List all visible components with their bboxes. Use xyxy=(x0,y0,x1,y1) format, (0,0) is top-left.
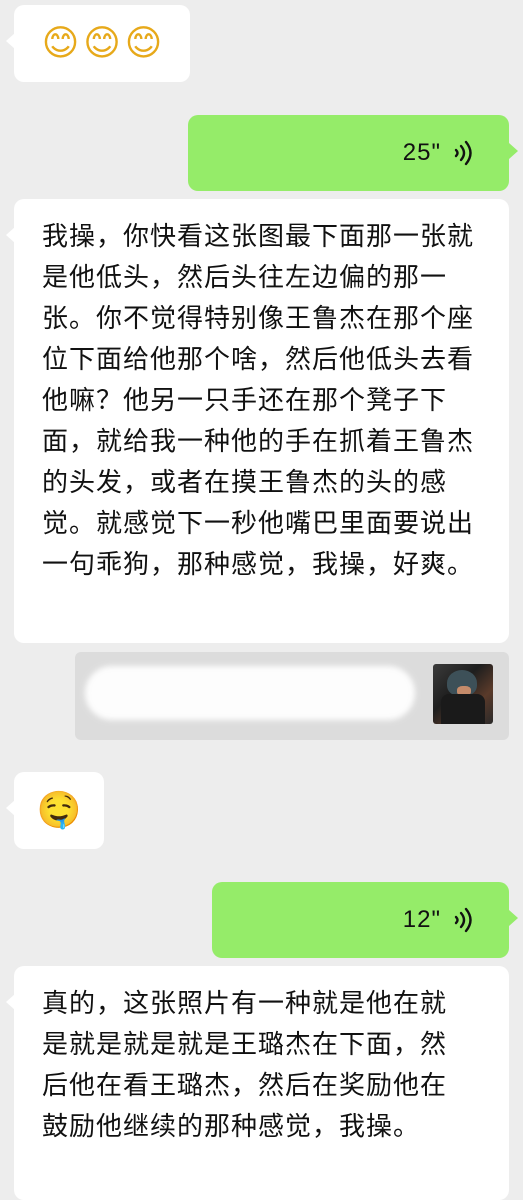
message-text: 真的，这张照片有一种就是他在就是就是就是就是王璐杰在下面，然后他在看王璐杰，然后… xyxy=(42,989,448,1142)
text-message-bubble-1[interactable]: 我操，你快看这张图最下面那一张就是他低头，然后头往左边偏的那一张。你不觉得特别像… xyxy=(6,199,509,643)
voice-duration: 25" xyxy=(402,139,441,166)
voice-wave-icon xyxy=(454,140,472,166)
redacted-quote-text xyxy=(85,666,415,720)
voice-message-bubble-1[interactable]: 25" xyxy=(188,115,518,191)
quoted-photo-thumbnail[interactable] xyxy=(433,664,493,724)
smiling-face-emoji: 😊 xyxy=(41,22,80,64)
drooling-face-emoji: 🤤 xyxy=(36,789,82,831)
thumbnail-figure-body xyxy=(441,694,485,724)
message-emoji-bubble-1[interactable]: 😊 😊 😊 xyxy=(6,5,190,82)
message-emoji-bubble-2[interactable]: 🤤 xyxy=(6,772,104,849)
voice-wave-icon xyxy=(454,907,472,933)
text-message-bubble-2[interactable]: 真的，这张照片有一种就是他在就是就是就是就是王璐杰在下面，然后他在看王璐杰，然后… xyxy=(6,966,509,1200)
smiling-face-emoji: 😊 xyxy=(83,22,121,64)
voice-duration: 12" xyxy=(402,906,441,933)
voice-message-bubble-2[interactable]: 12" xyxy=(212,882,518,958)
smiling-face-emoji: 😊 xyxy=(124,22,163,64)
quoted-message-preview[interactable] xyxy=(75,652,509,740)
message-text: 我操，你快看这张图最下面那一张就是他低头，然后头往左边偏的那一张。你不觉得特别像… xyxy=(42,222,475,580)
